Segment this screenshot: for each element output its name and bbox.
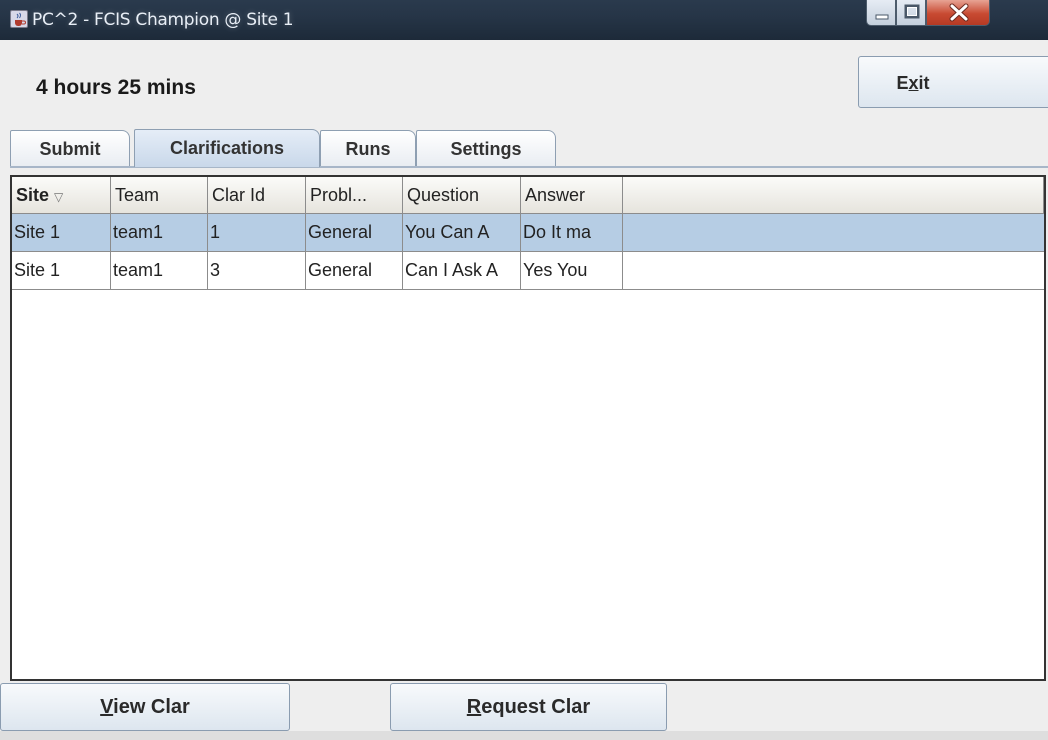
tab-settings[interactable]: Settings xyxy=(416,130,556,166)
maximize-icon xyxy=(904,4,920,19)
cell-problem: General xyxy=(306,252,403,289)
view-clar-label: iew Clar xyxy=(113,696,190,718)
sort-descending-icon: ▽ xyxy=(54,190,64,204)
column-header-answer[interactable]: Answer xyxy=(521,177,623,214)
java-cup-icon[interactable] xyxy=(10,10,28,28)
column-header-site-label: Site xyxy=(16,185,50,205)
cell-team: team1 xyxy=(111,252,208,289)
maximize-button[interactable] xyxy=(896,0,926,26)
view-clar-mnemonic: V xyxy=(100,696,114,718)
clarifications-table[interactable]: Site ▽ Team Clar Id Probl... Question Ans… xyxy=(10,175,1046,681)
app-window: PC^2 - FCIS Champion @ Site 1 4 hours 25… xyxy=(0,0,1048,740)
cell-clar-id: 3 xyxy=(208,252,306,289)
cell-clar-id: 1 xyxy=(208,214,306,251)
exit-label-pre: E xyxy=(896,73,909,93)
minimize-button[interactable] xyxy=(866,0,896,26)
exit-label-mnemonic: x xyxy=(908,73,919,93)
cell-site: Site 1 xyxy=(12,252,111,289)
tab-bar: Submit Clarifications Runs Settings xyxy=(10,129,1048,167)
cell-question: Can I Ask A xyxy=(403,252,521,289)
cell-answer: Yes You xyxy=(521,252,623,289)
table-row[interactable]: Site 1 team1 1 General You Can A Do It m… xyxy=(12,214,1044,252)
cell-answer: Do It ma xyxy=(521,214,623,251)
table-header: Site ▽ Team Clar Id Probl... Question Ans… xyxy=(12,177,1044,214)
close-button[interactable] xyxy=(926,0,990,26)
cell-team: team1 xyxy=(111,214,208,251)
tab-submit[interactable]: Submit xyxy=(10,130,130,166)
bottom-border xyxy=(0,731,1048,740)
tab-clarifications[interactable]: Clarifications xyxy=(134,129,320,167)
minimize-icon xyxy=(875,14,889,20)
exit-button[interactable]: Exit xyxy=(858,56,1048,108)
tab-runs[interactable]: Runs xyxy=(320,130,416,166)
cell-site: Site 1 xyxy=(12,214,111,251)
view-clar-button[interactable]: View Clar xyxy=(0,683,290,731)
column-header-question[interactable]: Question xyxy=(403,177,521,214)
request-clar-button[interactable]: Request Clar xyxy=(390,683,667,731)
request-clar-mnemonic: R xyxy=(466,696,482,718)
table-row[interactable]: Site 1 team1 3 General Can I Ask A Yes Y… xyxy=(12,252,1044,290)
cell-question: You Can A xyxy=(403,214,521,251)
column-header-problem[interactable]: Probl... xyxy=(306,177,403,214)
cell-problem: General xyxy=(306,214,403,251)
close-icon xyxy=(949,3,969,22)
window-title: PC^2 - FCIS Champion @ Site 1 xyxy=(32,10,294,30)
column-header-site[interactable]: Site ▽ xyxy=(12,177,111,214)
column-header-filler xyxy=(623,177,1044,214)
column-header-team[interactable]: Team xyxy=(111,177,208,214)
time-remaining-label: 4 hours 25 mins xyxy=(36,76,196,99)
request-clar-label: equest Clar xyxy=(481,696,591,718)
column-header-clar-id[interactable]: Clar Id xyxy=(208,177,306,214)
title-bar[interactable]: PC^2 - FCIS Champion @ Site 1 xyxy=(0,0,1048,40)
exit-label-post: it xyxy=(918,73,930,93)
